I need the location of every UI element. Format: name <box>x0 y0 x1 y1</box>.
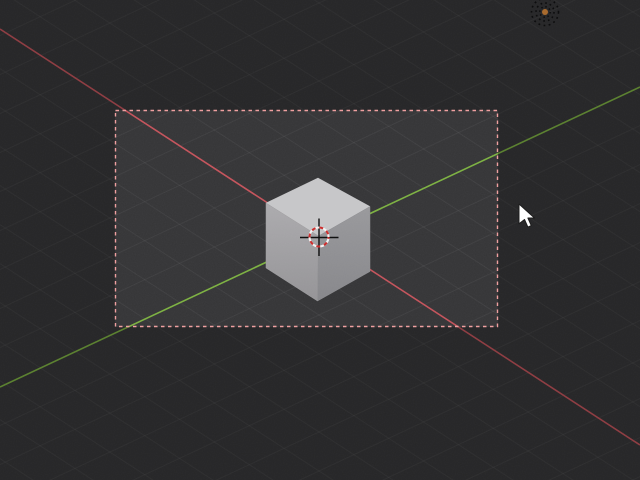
noise-texture <box>0 0 640 480</box>
3d-viewport[interactable] <box>0 0 640 480</box>
scene-layer <box>0 0 640 480</box>
